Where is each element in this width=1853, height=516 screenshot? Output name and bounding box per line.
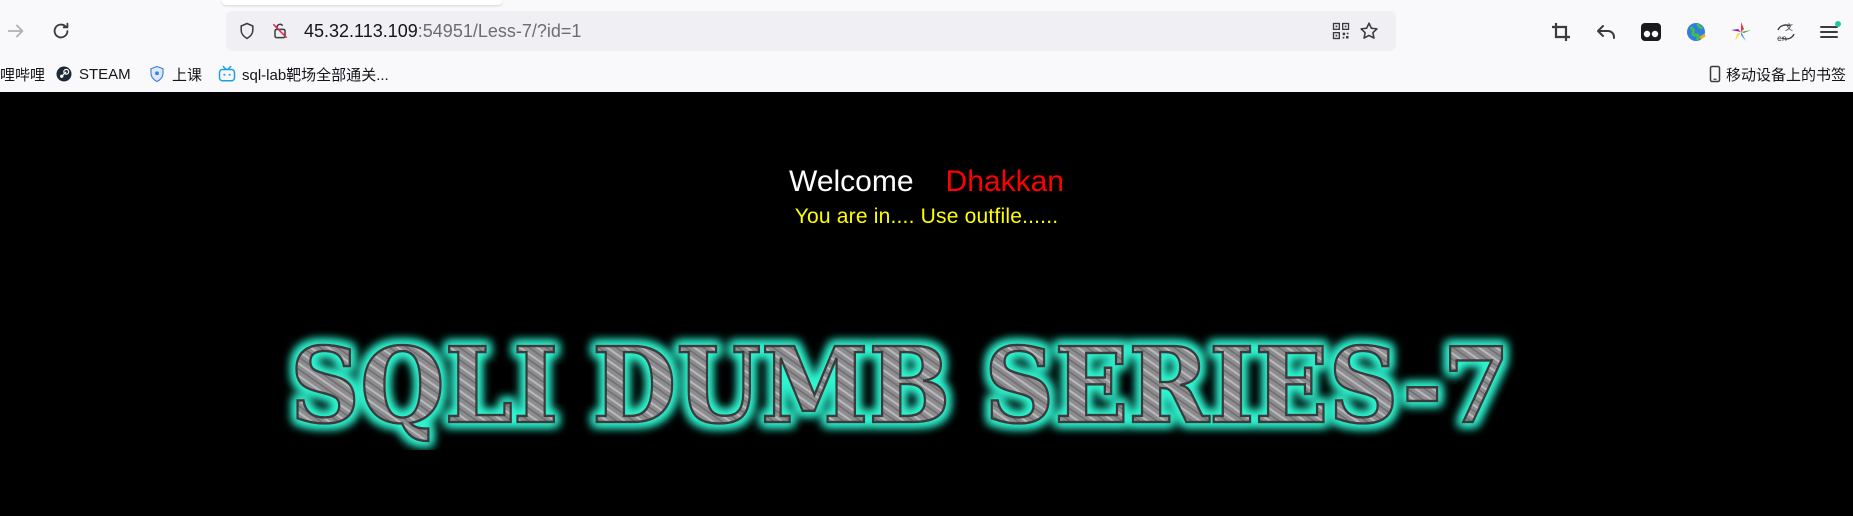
- svg-text:文: 文: [1785, 22, 1793, 32]
- active-tab-edge[interactable]: [222, 0, 502, 5]
- reload-icon: [53, 22, 69, 39]
- banner-text: SQLI DUMB SERIES-7: [290, 324, 1510, 447]
- bookmark-bilibili[interactable]: 哩哔哩: [0, 62, 45, 86]
- mobile-device-icon: [1706, 65, 1724, 83]
- address-bar[interactable]: 45.32.113.109:54951/Less-7/?id=1: [226, 11, 1396, 51]
- status-message: You are in.... Use outfile......: [794, 205, 1059, 228]
- bookmark-class[interactable]: 上课: [148, 62, 202, 86]
- page-content: Welcome Dhakkan You are in.... Use outfil…: [0, 92, 1853, 516]
- translate-extension-icon[interactable]: 文 en: [1771, 17, 1801, 47]
- arrow-right-icon: [7, 24, 24, 38]
- reload-button[interactable]: [43, 13, 79, 49]
- mobile-bookmarks-folder[interactable]: 移动设备上的书签: [1706, 62, 1846, 86]
- qr-code-icon[interactable]: [1330, 20, 1352, 42]
- steam-icon: [55, 65, 73, 83]
- insecure-connection-icon[interactable]: [269, 20, 291, 42]
- welcome-line: Welcome Dhakkan: [0, 165, 1853, 199]
- bookmarks-toolbar: 哩哔哩 STEAM 上课 sql-lab靶场全部通关... 移动设备上的书签: [0, 60, 1853, 88]
- shield-bookmark-icon: [148, 65, 166, 83]
- bookmark-sql-lab[interactable]: sql-lab靶场全部通关...: [218, 62, 389, 86]
- bookmark-steam[interactable]: STEAM: [55, 62, 131, 86]
- globe-extension-icon[interactable]: [1681, 17, 1711, 47]
- bookmark-star-icon[interactable]: [1358, 20, 1380, 42]
- app-menu-icon[interactable]: [1814, 17, 1844, 47]
- colorful-star-extension-icon[interactable]: [1726, 17, 1756, 47]
- screenshot-crop-icon[interactable]: [1546, 17, 1576, 47]
- bookmark-label: sql-lab靶场全部通关...: [242, 66, 389, 84]
- tracking-protection-shield-icon[interactable]: [236, 20, 258, 42]
- bookmark-label: 移动设备上的书签: [1726, 66, 1847, 84]
- url-path: :54951/Less-7/?id=1: [417, 21, 582, 41]
- bilibili-tv-icon: [218, 65, 236, 83]
- url-text[interactable]: 45.32.113.109:54951/Less-7/?id=1: [304, 20, 581, 42]
- user-name: Dhakkan: [945, 165, 1064, 198]
- sqli-dumb-series-banner: SQLI DUMB SERIES-7: [289, 323, 1512, 449]
- tampermonkey-extension-icon[interactable]: [1636, 17, 1666, 47]
- bookmark-label: 哩哔哩: [0, 66, 46, 84]
- navigation-toolbar: 45.32.113.109:54951/Less-7/?id=1 文 en: [0, 8, 1853, 54]
- bookmark-label: 上课: [172, 66, 203, 84]
- forward-button[interactable]: [0, 13, 34, 49]
- welcome-text: Welcome: [789, 165, 914, 198]
- url-host: 45.32.113.109: [304, 21, 418, 41]
- undo-arrow-icon[interactable]: [1591, 17, 1621, 47]
- browser-chrome: 45.32.113.109:54951/Less-7/?id=1 文 en 哩哔…: [0, 0, 1853, 92]
- bookmark-label: STEAM: [79, 65, 131, 83]
